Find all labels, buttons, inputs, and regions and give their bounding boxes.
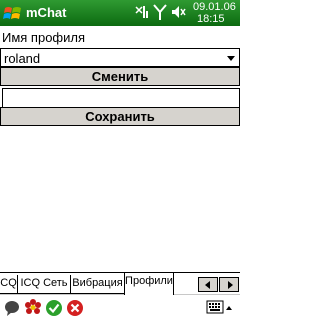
profile-select-value: roland: [4, 51, 41, 66]
volume-icon[interactable]: [170, 3, 186, 21]
title-bar: mChat 09.01.06 18:15: [0, 0, 240, 26]
chat-bubble-icon[interactable]: [3, 299, 21, 317]
date-text: 09.01.06: [193, 1, 236, 13]
icq-flower-icon[interactable]: [24, 299, 42, 317]
profile-select[interactable]: roland: [0, 48, 240, 67]
tab-cq[interactable]: CQ: [0, 275, 18, 294]
windows-start-icon[interactable]: [3, 3, 23, 23]
tab-vibration[interactable]: Вибрация: [70, 275, 125, 294]
chevron-down-icon[interactable]: [227, 56, 235, 61]
change-profile-button[interactable]: Сменить: [0, 67, 240, 86]
app-title: mChat: [26, 5, 67, 20]
chevron-left-icon: [205, 281, 210, 289]
no-signal-icon[interactable]: [134, 3, 150, 21]
signal-icon[interactable]: [152, 3, 168, 21]
time-text: 18:15: [197, 13, 225, 25]
clock[interactable]: 09.01.06 18:15: [193, 1, 236, 25]
tab-profiles[interactable]: Профили: [124, 272, 174, 295]
red-x-icon[interactable]: [66, 299, 84, 317]
input-menu-arrow-icon[interactable]: [226, 306, 232, 310]
save-profile-button[interactable]: Сохранить: [0, 107, 240, 126]
tab-icq-network[interactable]: ICQ Сеть: [17, 275, 71, 294]
green-check-icon[interactable]: [45, 299, 63, 317]
bottom-toolbar: [0, 294, 240, 320]
tab-bar: CQ ICQ Сеть Вибрация Профили: [0, 272, 240, 295]
tab-scroll-left-button[interactable]: [198, 277, 218, 292]
profile-name-label: Имя профиля: [2, 30, 86, 45]
chevron-right-icon: [228, 281, 233, 289]
profile-name-input[interactable]: [2, 88, 240, 108]
tab-scroll-right-button[interactable]: [219, 277, 239, 292]
keyboard-icon[interactable]: [206, 298, 224, 316]
